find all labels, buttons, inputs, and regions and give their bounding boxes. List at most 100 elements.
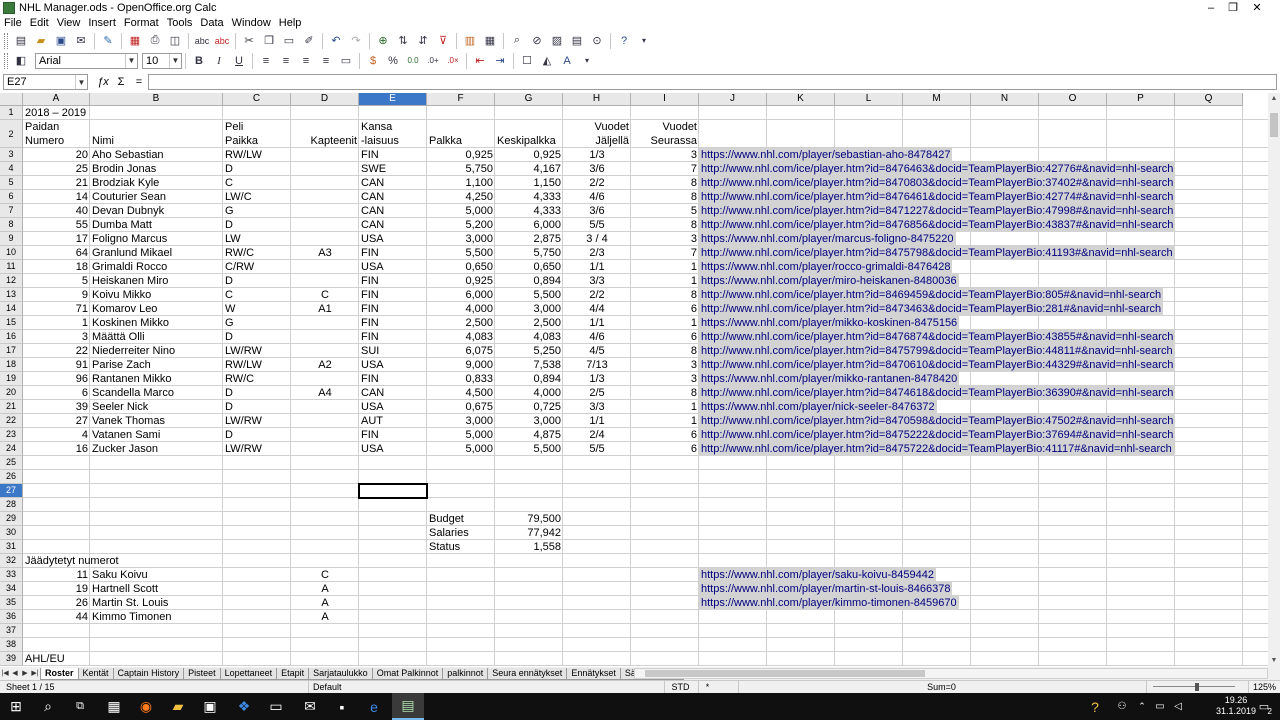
row-header-32[interactable]: 32 bbox=[0, 554, 23, 568]
player-profile-link[interactable]: http://www.nhl.com/ice/player.htm?id=847… bbox=[699, 358, 1176, 372]
player-number[interactable]: 71 bbox=[23, 302, 90, 316]
player-number[interactable]: 5 bbox=[23, 274, 90, 288]
player-salary[interactable]: 0,650 bbox=[427, 260, 495, 274]
player-years-left[interactable]: 1/1 bbox=[563, 316, 631, 330]
sheet-tab[interactable]: Kentät bbox=[77, 667, 114, 680]
sort-descending-icon[interactable]: ⇵ bbox=[414, 32, 432, 50]
player-years-club[interactable]: 3 bbox=[631, 372, 699, 386]
volume-icon[interactable]: ◁ bbox=[1170, 693, 1186, 720]
help-icon[interactable]: ? bbox=[615, 32, 633, 50]
menu-window[interactable]: Window bbox=[228, 17, 275, 29]
player-number[interactable]: 14 bbox=[23, 190, 90, 204]
player-years-club[interactable]: 3 bbox=[631, 232, 699, 246]
player-name[interactable]: Koskinen Mikko bbox=[90, 316, 223, 330]
player-years-club[interactable]: 7 bbox=[631, 162, 699, 176]
font-size-combo[interactable]: 10 ▼ bbox=[142, 52, 182, 69]
player-years-left[interactable]: 5/5 bbox=[563, 442, 631, 456]
player-position[interactable]: W bbox=[223, 302, 291, 316]
player-nationality[interactable]: FIN bbox=[359, 148, 427, 162]
chart-icon[interactable]: ▥ bbox=[461, 32, 479, 50]
player-profile-link[interactable]: http://www.nhl.com/ice/player.htm?id=847… bbox=[699, 344, 1175, 358]
player-years-club[interactable]: 7 bbox=[631, 246, 699, 260]
retired-player-link[interactable]: https://www.nhl.com/player/martin-st-lou… bbox=[699, 582, 953, 596]
column-header-o[interactable]: O bbox=[1039, 93, 1107, 106]
email-icon[interactable]: ✉ bbox=[72, 32, 90, 50]
header-shirt-number-line1[interactable]: Paidan bbox=[23, 120, 90, 134]
sheet-tab[interactable]: Etapit bbox=[276, 667, 310, 680]
player-nationality[interactable]: SUI bbox=[359, 344, 427, 358]
player-name[interactable]: Vatanen Sami bbox=[90, 428, 223, 442]
row-header-22[interactable]: 22 bbox=[0, 414, 23, 428]
prev-sheet-icon[interactable]: ◀ bbox=[10, 668, 20, 679]
sheet-tab[interactable]: Roster bbox=[40, 667, 79, 680]
player-captaincy[interactable]: A3 bbox=[291, 246, 359, 260]
sum-indicator[interactable]: Sum=0 bbox=[738, 681, 1144, 693]
vertical-scrollbar[interactable]: ▲ ▼ bbox=[1268, 93, 1280, 667]
first-sheet-icon[interactable]: |◀ bbox=[0, 668, 10, 679]
zoom-level[interactable]: 125% bbox=[1248, 681, 1280, 693]
taskbar-clock[interactable]: 19.26 31.1.2019 bbox=[1216, 695, 1256, 717]
player-position[interactable]: LW/RW bbox=[223, 414, 291, 428]
player-years-club[interactable]: 8 bbox=[631, 176, 699, 190]
scroll-thumb[interactable] bbox=[1270, 113, 1278, 137]
player-nationality[interactable]: FIN bbox=[359, 274, 427, 288]
column-header-b[interactable]: B bbox=[90, 93, 223, 106]
player-captaincy[interactable]: C bbox=[291, 288, 359, 302]
player-salary[interactable]: 0,925 bbox=[427, 274, 495, 288]
scroll-thumb[interactable] bbox=[645, 670, 925, 677]
player-position[interactable]: D bbox=[223, 162, 291, 176]
sheet-tab[interactable]: Sarjataulukko bbox=[308, 667, 373, 680]
column-header-l[interactable]: L bbox=[835, 93, 903, 106]
player-years-left[interactable]: 3/6 bbox=[563, 204, 631, 218]
menu-file[interactable]: File bbox=[0, 17, 26, 29]
player-years-left[interactable]: 5/5 bbox=[563, 218, 631, 232]
calculator-icon[interactable]: ▦ bbox=[98, 693, 130, 720]
player-years-left[interactable]: 4/6 bbox=[563, 330, 631, 344]
sheet-tab[interactable]: palkinnot bbox=[442, 667, 489, 680]
column-header-a[interactable]: A bbox=[23, 93, 90, 106]
player-nationality[interactable]: FIN bbox=[359, 288, 427, 302]
player-profile-link[interactable]: https://www.nhl.com/player/rocco-grimald… bbox=[699, 260, 953, 274]
row-header-28[interactable]: 28 bbox=[0, 498, 23, 512]
edge-icon[interactable]: e bbox=[358, 693, 390, 720]
player-position[interactable]: RW/LW bbox=[223, 358, 291, 372]
player-number[interactable]: 18 bbox=[23, 260, 90, 274]
player-position[interactable]: C bbox=[223, 176, 291, 190]
row-header-26[interactable]: 26 bbox=[0, 470, 23, 484]
generic-app-icon[interactable]: ▪ bbox=[326, 693, 358, 720]
player-average-salary[interactable]: 2,500 bbox=[495, 316, 563, 330]
font-color-icon[interactable]: A bbox=[558, 52, 576, 70]
column-header-h[interactable]: H bbox=[563, 93, 631, 106]
player-years-club[interactable]: 1 bbox=[631, 274, 699, 288]
player-name[interactable]: Määttä Olli bbox=[90, 330, 223, 344]
player-nationality[interactable]: USA bbox=[359, 232, 427, 246]
chevron-down-icon[interactable]: ▼ bbox=[169, 53, 181, 68]
player-years-left[interactable]: 2/3 bbox=[563, 246, 631, 260]
player-profile-link[interactable]: http://www.nhl.com/ice/player.htm?id=847… bbox=[699, 414, 1176, 428]
player-salary[interactable]: 9,000 bbox=[427, 358, 495, 372]
sheet-tab[interactable]: Captain History bbox=[112, 667, 185, 680]
player-name[interactable]: Seeler Nick bbox=[90, 400, 223, 414]
player-profile-link[interactable]: http://www.nhl.com/ice/player.htm?id=847… bbox=[699, 330, 1176, 344]
row-header-30[interactable]: 30 bbox=[0, 526, 23, 540]
player-average-salary[interactable]: 0,894 bbox=[495, 372, 563, 386]
align-left-icon[interactable]: ≡ bbox=[257, 52, 275, 70]
retired-number[interactable]: 19 bbox=[23, 582, 90, 596]
player-years-left[interactable]: 1/1 bbox=[563, 260, 631, 274]
header-nationality-line2[interactable]: -laisuus bbox=[359, 134, 427, 148]
player-nationality[interactable]: FIN bbox=[359, 428, 427, 442]
player-nationality[interactable]: CAN bbox=[359, 386, 427, 400]
store-icon[interactable]: ▣ bbox=[194, 693, 226, 720]
status-value[interactable]: 1,558 bbox=[495, 540, 563, 554]
column-header-k[interactable]: K bbox=[767, 93, 835, 106]
player-nationality[interactable]: FIN bbox=[359, 372, 427, 386]
player-name[interactable]: Zucker Jason bbox=[90, 442, 223, 456]
status-label[interactable]: Status bbox=[427, 540, 495, 554]
player-name[interactable]: Couturier Sean bbox=[90, 190, 223, 204]
search-icon[interactable]: ⌕ bbox=[32, 693, 64, 720]
redo-icon[interactable]: ↷ bbox=[347, 32, 365, 50]
budget-label[interactable]: Budget bbox=[427, 512, 495, 526]
player-profile-link[interactable]: https://www.nhl.com/player/sebastian-aho… bbox=[699, 148, 953, 162]
player-years-left[interactable]: 2/2 bbox=[563, 176, 631, 190]
player-salary[interactable]: 4,500 bbox=[427, 386, 495, 400]
